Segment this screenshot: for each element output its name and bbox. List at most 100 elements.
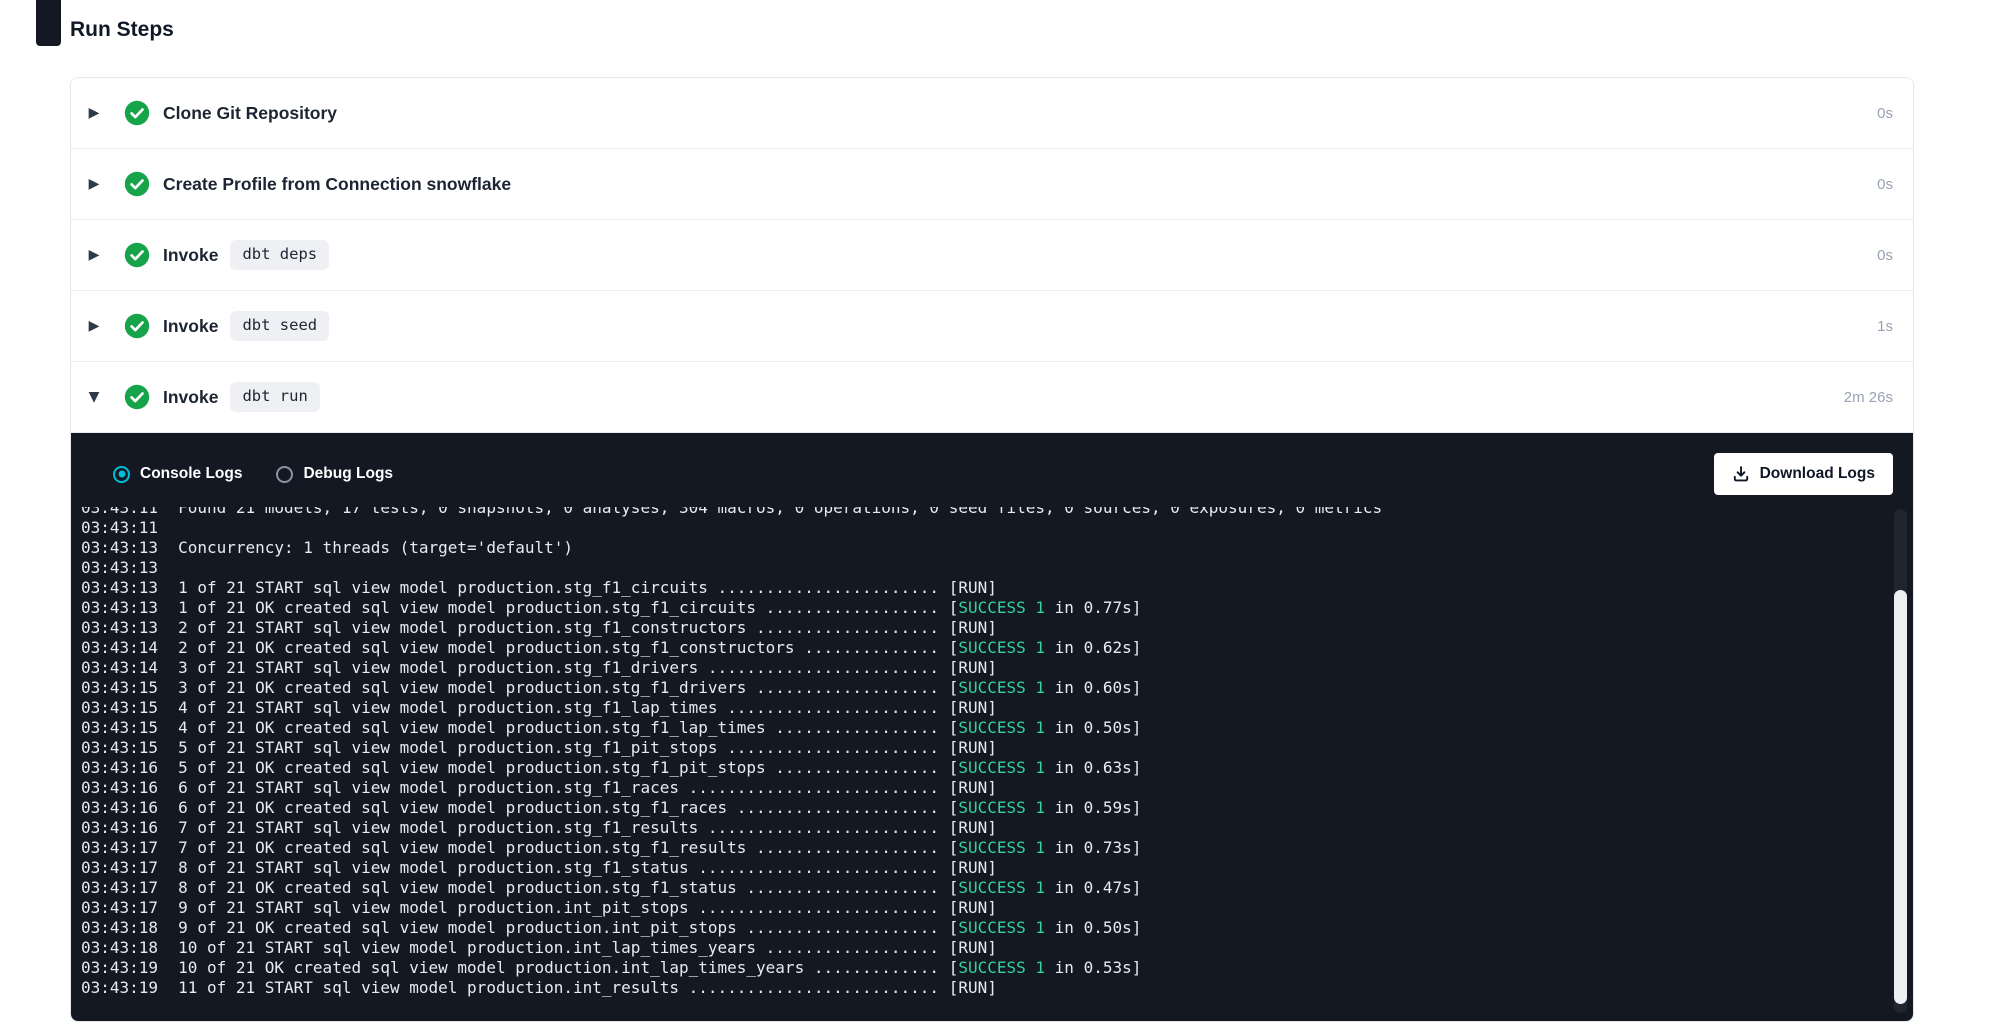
log-message: 3 of 21 START sql view model production.… bbox=[178, 658, 997, 677]
log-success-text: SUCCESS 1 bbox=[958, 638, 1045, 657]
step-row[interactable]: ▶Invokedbt seed1s bbox=[71, 291, 1913, 362]
run-steps-card: ▶Clone Git Repository0s▶Create Profile f… bbox=[70, 77, 1914, 1022]
step-duration: 0s bbox=[1877, 105, 1893, 122]
log-message: 3 of 21 OK created sql view model produc… bbox=[178, 678, 1141, 697]
console-panel: Console Logs Debug Logs Download Logs bbox=[71, 433, 1913, 1021]
step-row[interactable]: ▶Clone Git Repository0s bbox=[71, 78, 1913, 149]
log-message: 5 of 21 START sql view model production.… bbox=[178, 738, 997, 757]
log-line: 03:43:13 bbox=[81, 558, 1853, 578]
page-title: Run Steps bbox=[70, 18, 174, 42]
log-message: 2 of 21 OK created sql view model produc… bbox=[178, 638, 1141, 657]
log-line: 03:43:11 bbox=[81, 518, 1853, 538]
log-timestamp: 03:43:15 bbox=[81, 678, 158, 697]
log-timestamp: 03:43:13 bbox=[81, 598, 158, 617]
download-logs-button[interactable]: Download Logs bbox=[1714, 453, 1893, 495]
log-timestamp: 03:43:17 bbox=[81, 898, 158, 917]
log-line: 03:43:166 of 21 START sql view model pro… bbox=[81, 778, 1853, 798]
log-line: 03:43:131 of 21 START sql view model pro… bbox=[81, 578, 1853, 598]
log-message: 7 of 21 OK created sql view model produc… bbox=[178, 838, 1141, 857]
step-command-badge: dbt deps bbox=[230, 240, 329, 269]
log-timestamp: 03:43:18 bbox=[81, 918, 158, 937]
log-line: 03:43:13 2 of 21 START sql view model pro… bbox=[81, 618, 1853, 638]
success-check-icon bbox=[124, 100, 150, 126]
log-message: Found 21 models, 17 tests, 0 snapshots, … bbox=[178, 507, 1382, 517]
step-label: Clone Git Repository bbox=[163, 103, 337, 124]
log-timestamp: 03:43:18 bbox=[81, 938, 158, 957]
log-timestamp: 03:43:11 bbox=[81, 518, 158, 537]
console-header: Console Logs Debug Logs Download Logs bbox=[71, 433, 1913, 507]
log-timestamp: 03:43:19 bbox=[81, 958, 158, 977]
log-line: 03:43:17 7 of 21 OK created sql view mode… bbox=[81, 838, 1853, 858]
debug-logs-radio[interactable]: Debug Logs bbox=[276, 465, 393, 483]
step-label: Invoke bbox=[163, 245, 218, 266]
step-row[interactable]: ▼Invokedbt run2m 26s bbox=[71, 362, 1913, 433]
log-line: 03:43:15 3 of 21 OK created sql view mode… bbox=[81, 678, 1853, 698]
log-line: 03:43:15 5 of 21 START sql view model pro… bbox=[81, 738, 1853, 758]
caret-down-icon: ▼ bbox=[86, 390, 102, 404]
log-message: 6 of 21 OK created sql view model produc… bbox=[178, 798, 1141, 817]
log-message: 8 of 21 OK created sql view model produc… bbox=[178, 878, 1141, 897]
console-logs-radio[interactable]: Console Logs bbox=[113, 465, 242, 483]
log-timestamp: 03:43:15 bbox=[81, 698, 158, 717]
log-success-text: SUCCESS 1 bbox=[958, 598, 1045, 617]
log-timestamp: 03:43:15 bbox=[81, 738, 158, 757]
download-logs-label: Download Logs bbox=[1760, 465, 1875, 483]
log-line: 03:43:11Found 21 models, 17 tests, 0 sna… bbox=[81, 507, 1853, 518]
log-timestamp: 03:43:14 bbox=[81, 638, 158, 657]
log-success-text: SUCCESS 1 bbox=[958, 718, 1045, 737]
step-row[interactable]: ▶ Create Profile from Connection snowflak… bbox=[71, 149, 1913, 220]
step-label: Invoke bbox=[163, 316, 218, 337]
run-steps-page: Run Steps ▶Clone Git Repository0s▶Create… bbox=[0, 0, 2000, 1029]
log-success-text: SUCCESS 1 bbox=[958, 758, 1045, 777]
log-timestamp: 03:43:16 bbox=[81, 758, 158, 777]
radio-unselected-icon bbox=[276, 466, 293, 483]
log-message: Concurrency: 1 threads (target='default'… bbox=[178, 538, 573, 557]
log-message: 9 of 21 START sql view model production.… bbox=[178, 898, 997, 917]
log-line: 03:43:13 1 of 21 OK created sql view mode… bbox=[81, 598, 1853, 618]
log-success-text: SUCCESS 1 bbox=[958, 918, 1045, 937]
log-timestamp: 03:43:17 bbox=[81, 838, 158, 857]
log-line: 03:43:17 8 of 21 OK created sql view mode… bbox=[81, 878, 1853, 898]
log-message: 10 of 21 OK created sql view model produ… bbox=[178, 958, 1141, 977]
step-command-badge: dbt seed bbox=[230, 311, 329, 340]
log-success-text: SUCCESS 1 bbox=[958, 798, 1045, 817]
log-line: 03:43:1810 of 21 START sql view model pr… bbox=[81, 938, 1853, 958]
log-message: 4 of 21 OK created sql view model produc… bbox=[178, 718, 1141, 737]
console-log-area: 03:43:11 Found 21 models, 17 tests, 0 sna… bbox=[71, 507, 1913, 1021]
success-check-icon bbox=[124, 384, 150, 410]
log-message: 2 of 21 START sql view model production.… bbox=[178, 618, 997, 637]
radio-label: Debug Logs bbox=[303, 465, 393, 483]
log-message: 8 of 21 START sql view model production.… bbox=[178, 858, 997, 877]
step-duration: 0s bbox=[1877, 247, 1893, 264]
log-timestamp: 03:43:19 bbox=[81, 978, 158, 997]
log-timestamp: 03:43:17 bbox=[81, 878, 158, 897]
log-message: 5 of 21 OK created sql view model produc… bbox=[178, 758, 1141, 777]
step-command-badge: dbt run bbox=[230, 382, 319, 411]
log-line: 03:43:19 10 of 21 OK created sql view mod… bbox=[81, 958, 1853, 978]
log-timestamp: 03:43:16 bbox=[81, 818, 158, 837]
log-line: 03:43:14 2 of 21 OK created sql view mode… bbox=[81, 638, 1853, 658]
download-icon bbox=[1732, 465, 1750, 483]
step-row[interactable]: ▶Invokedbt deps0s bbox=[71, 220, 1913, 291]
log-line: 03:43:13 Concurrency: 1 threads (target='… bbox=[81, 538, 1853, 558]
log-timestamp: 03:43:13 bbox=[81, 538, 158, 557]
success-check-icon bbox=[124, 242, 150, 268]
log-timestamp: 03:43:13 bbox=[81, 618, 158, 637]
log-timestamp: 03:43:13 bbox=[81, 578, 158, 597]
caret-right-icon: ▶ bbox=[86, 177, 102, 191]
step-label: Create Profile from Connection snowflake bbox=[163, 174, 511, 195]
log-success-text: SUCCESS 1 bbox=[958, 878, 1045, 897]
log-message: 9 of 21 OK created sql view model produc… bbox=[178, 918, 1141, 937]
log-line: 03:43:154 of 21 START sql view model pro… bbox=[81, 698, 1853, 718]
log-timestamp: 03:43:15 bbox=[81, 718, 158, 737]
radio-label: Console Logs bbox=[140, 465, 242, 483]
log-line: 03:43:16 5 of 21 OK created sql view mode… bbox=[81, 758, 1853, 778]
step-duration: 0s bbox=[1877, 176, 1893, 193]
log-message: 1 of 21 OK created sql view model produc… bbox=[178, 598, 1141, 617]
log-timestamp: 03:43:16 bbox=[81, 778, 158, 797]
console-scrollbar-thumb[interactable] bbox=[1894, 590, 1907, 1004]
log-line: 03:43:1911 of 21 START sql view model pr… bbox=[81, 978, 1853, 998]
log-line: 03:43:143 of 21 START sql view model pro… bbox=[81, 658, 1853, 678]
step-duration: 1s bbox=[1877, 318, 1893, 335]
log-success-text: SUCCESS 1 bbox=[958, 958, 1045, 977]
